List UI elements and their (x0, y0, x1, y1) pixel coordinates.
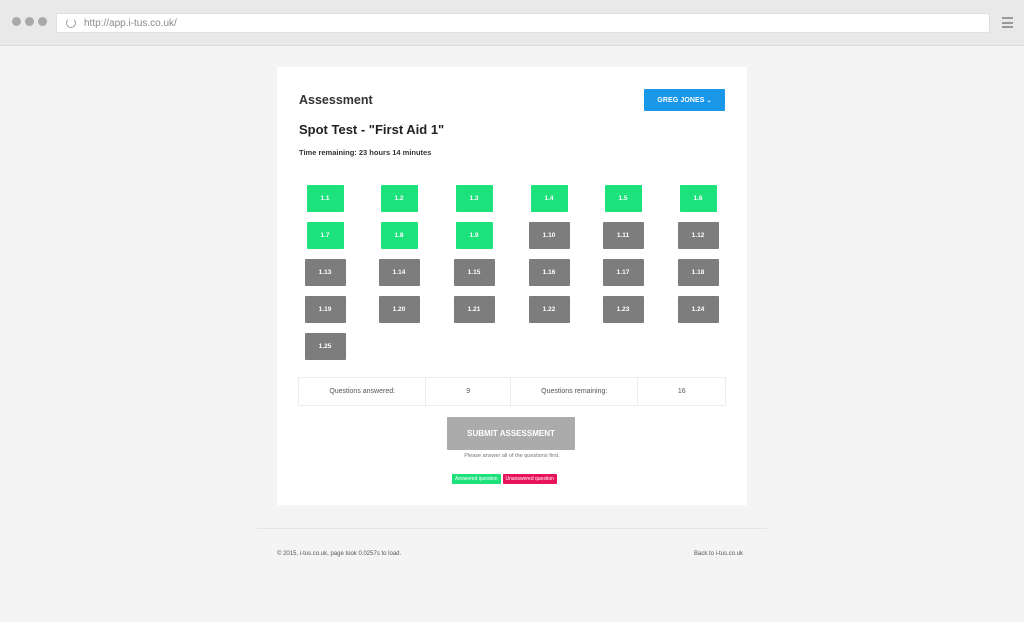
close-dot-icon[interactable] (12, 17, 21, 26)
assessment-card: Assessment GREG JONES ⌄ Spot Test - "Fir… (277, 67, 747, 505)
answered-count: 9 (426, 378, 512, 405)
question-tile[interactable]: 1.25 (304, 333, 346, 360)
question-tile[interactable]: 1.2 (380, 185, 418, 212)
browser-chrome: http://app.i-tus.co.uk/ (0, 0, 1024, 46)
back-link[interactable]: Back to i-tus.co.uk (694, 551, 743, 557)
window-controls (12, 17, 47, 26)
stats-table: Questions answered: 9 Questions remainin… (298, 377, 726, 406)
user-menu-label: GREG JONES (657, 96, 705, 104)
footer-divider (257, 528, 767, 529)
remaining-count: 16 (677, 388, 686, 395)
chevron-down-icon: ⌄ (706, 97, 712, 104)
minimize-dot-icon[interactable] (25, 17, 34, 26)
menu-icon[interactable] (1002, 17, 1013, 28)
question-tile[interactable]: 1.18 (677, 259, 719, 286)
question-tile[interactable]: 1.5 (604, 185, 642, 212)
page-title: Assessment (299, 93, 373, 107)
question-tile[interactable]: 1.1 (306, 185, 344, 212)
remaining-label: Questions remaining: (511, 378, 639, 405)
question-tile[interactable]: 1.11 (602, 222, 644, 249)
question-tile[interactable]: 1.14 (378, 259, 420, 286)
question-tile[interactable]: 1.3 (455, 185, 493, 212)
legend: Answered question Unanswered question (452, 474, 557, 484)
reload-icon[interactable] (66, 18, 76, 28)
question-tile[interactable]: 1.20 (378, 296, 420, 323)
question-tile[interactable]: 1.4 (530, 185, 568, 212)
question-tile[interactable]: 1.15 (453, 259, 495, 286)
question-tile[interactable]: 1.8 (380, 222, 418, 249)
question-tile[interactable]: 1.12 (677, 222, 719, 249)
address-bar[interactable]: http://app.i-tus.co.uk/ (56, 13, 990, 33)
user-menu-button[interactable]: GREG JONES ⌄ (644, 89, 725, 111)
question-tile[interactable]: 1.22 (528, 296, 570, 323)
question-tile[interactable]: 1.19 (304, 296, 346, 323)
submit-hint: Please answer all of the questions first… (464, 453, 560, 459)
question-tile[interactable]: 1.6 (679, 185, 717, 212)
time-remaining: Time remaining: 23 hours 14 minutes (299, 148, 432, 157)
legend-unanswered: Unanswered question (502, 474, 557, 484)
url-text[interactable]: http://app.i-tus.co.uk/ (84, 18, 177, 29)
footer-copyright: © 2015, i-tus.co.uk, page took 0.0257s t… (277, 551, 402, 557)
question-tile[interactable]: 1.9 (455, 222, 493, 249)
test-title: Spot Test - "First Aid 1" (299, 122, 445, 137)
question-tile[interactable]: 1.7 (306, 222, 344, 249)
question-tile[interactable]: 1.21 (453, 296, 495, 323)
answered-label: Questions answered: (299, 378, 427, 405)
legend-answered: Answered question (452, 474, 501, 484)
question-tile[interactable]: 1.16 (528, 259, 570, 286)
question-tile[interactable]: 1.17 (602, 259, 644, 286)
submit-assessment-button[interactable]: SUBMIT ASSESSMENT (447, 417, 575, 450)
maximize-dot-icon[interactable] (38, 17, 47, 26)
question-tile[interactable]: 1.23 (602, 296, 644, 323)
question-tile[interactable]: 1.10 (528, 222, 570, 249)
question-tile[interactable]: 1.13 (304, 259, 346, 286)
question-tile[interactable]: 1.24 (677, 296, 719, 323)
